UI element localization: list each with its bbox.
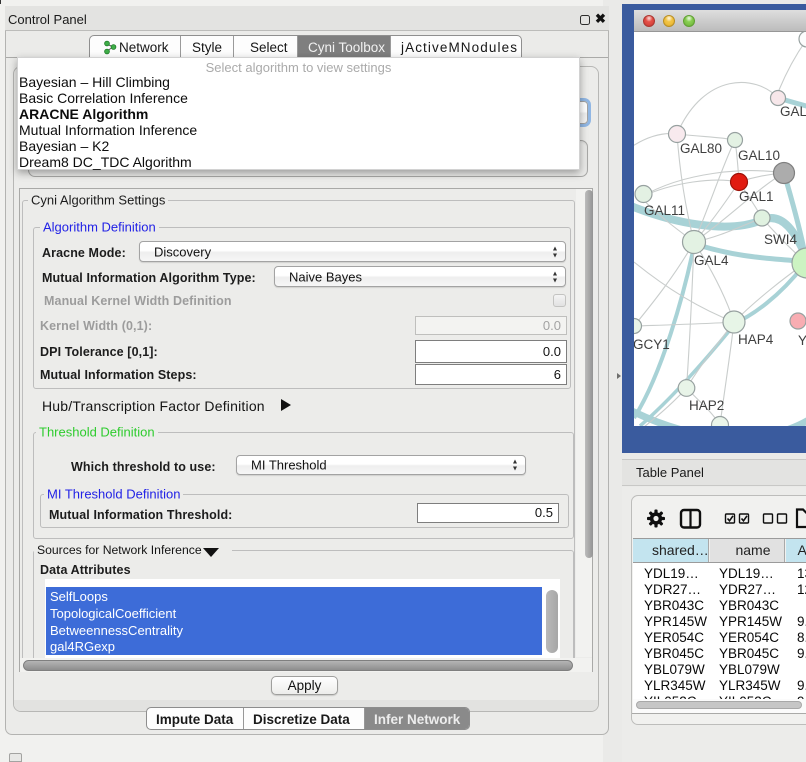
svg-text:GAL: GAL xyxy=(780,104,806,119)
svg-text:Y: Y xyxy=(798,333,806,348)
svg-text:HAP2: HAP2 xyxy=(689,398,724,413)
svg-text:GAL1: GAL1 xyxy=(739,189,774,204)
svg-text:GAL11: GAL11 xyxy=(644,203,685,218)
svg-text:GAL4: GAL4 xyxy=(694,253,729,268)
svg-text:SWI4: SWI4 xyxy=(764,232,797,247)
svg-text:GAL80: GAL80 xyxy=(680,141,722,156)
svg-text:GCY1: GCY1 xyxy=(634,337,670,352)
svg-text:GAL10: GAL10 xyxy=(738,148,780,163)
svg-text:HAP4: HAP4 xyxy=(738,332,774,347)
